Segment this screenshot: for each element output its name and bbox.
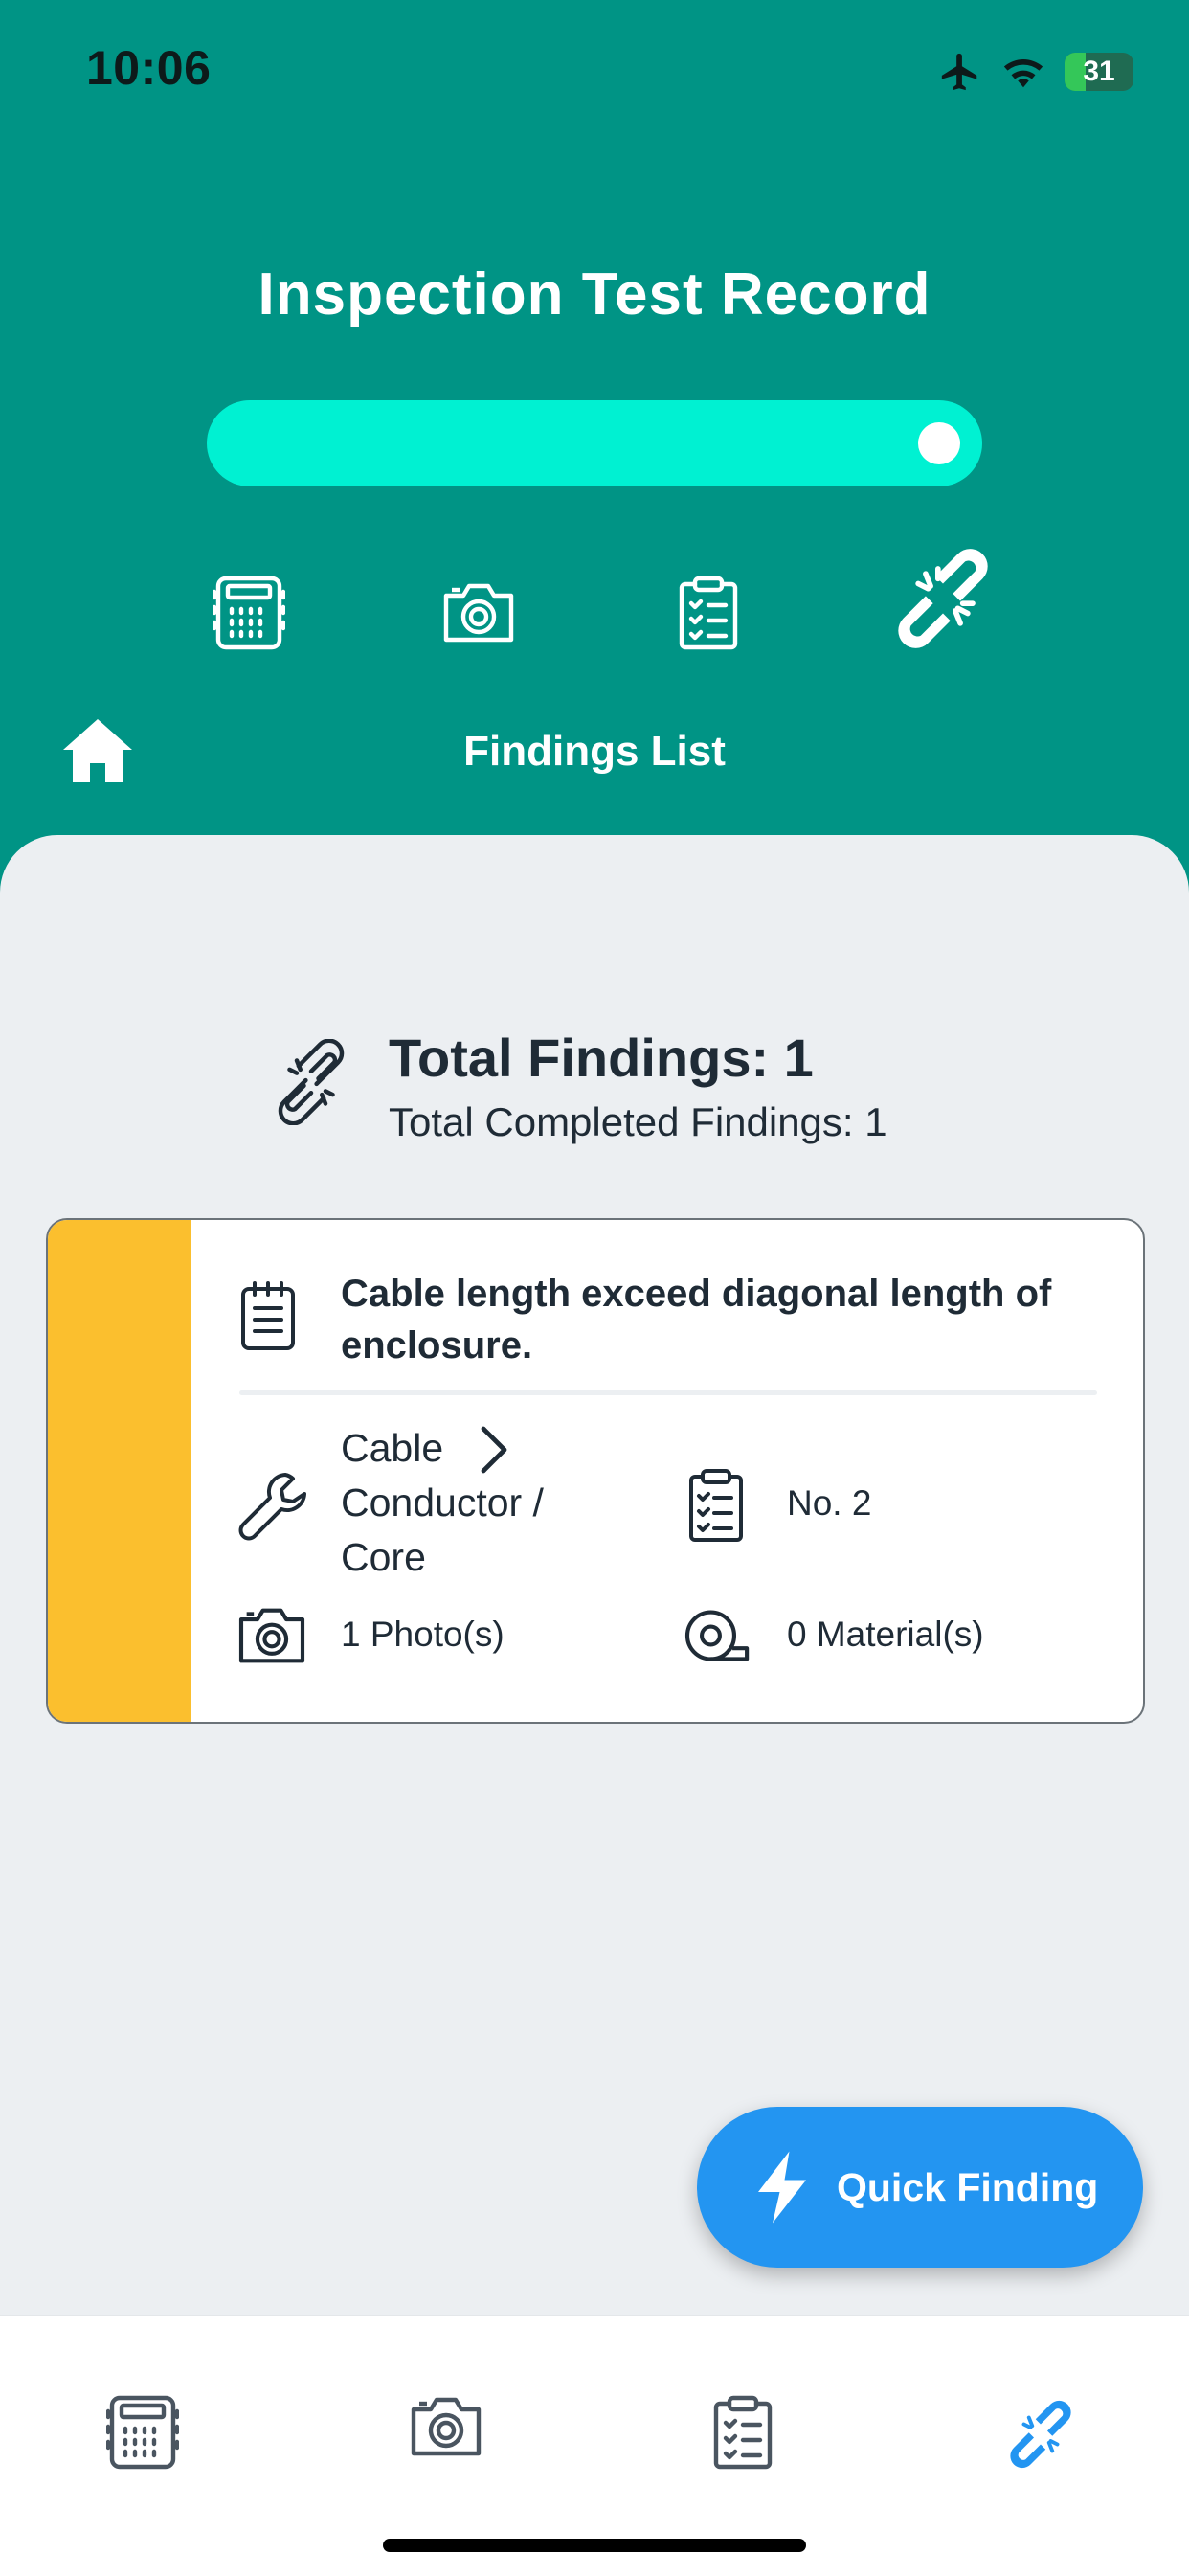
- material-count: 0 Material(s): [787, 1615, 984, 1654]
- lightning-icon: [758, 2151, 806, 2224]
- finding-card[interactable]: Cable length exceed diagonal length of e…: [46, 1218, 1145, 1724]
- tape-roll-icon: [682, 1605, 758, 1682]
- step-findings[interactable]: [881, 536, 1005, 661]
- battery-text: 31: [1083, 56, 1115, 87]
- component-line: Conductor /: [341, 1480, 544, 1525]
- broken-link-icon: [898, 549, 988, 648]
- finding-number: No. 2: [787, 1483, 872, 1523]
- photo-count: 1 Photo(s): [341, 1615, 505, 1654]
- tab-findings[interactable]: [1000, 2394, 1087, 2480]
- camera-icon: [411, 2397, 482, 2456]
- status-time: 10:06: [86, 41, 212, 95]
- section-title: Findings List: [463, 728, 726, 775]
- total-findings: Total Findings: 1: [389, 1028, 814, 1088]
- page-title: Inspection Test Record: [258, 261, 931, 328]
- tab-checklist[interactable]: [710, 2394, 796, 2480]
- clipboard-checklist-icon: [713, 2395, 773, 2470]
- home-indicator: [383, 2539, 806, 2552]
- status-icons: 31: [938, 50, 1133, 94]
- component-line: Core: [341, 1535, 426, 1579]
- step-calculator[interactable]: [191, 555, 306, 670]
- clipboard-checklist-icon: [685, 1467, 762, 1544]
- progress-knob: [918, 422, 960, 464]
- broken-link-icon: [1010, 2400, 1071, 2469]
- clipboard-checklist-icon: [679, 576, 738, 650]
- camera-icon: [236, 1605, 312, 1682]
- calculator-icon: [105, 2395, 180, 2470]
- progress-bar: [207, 400, 982, 486]
- finding-description: Cable length exceed diagonal length of e…: [341, 1273, 1052, 1367]
- total-completed-findings: Total Completed Findings: 1: [389, 1099, 887, 1144]
- finding-status-stripe: [48, 1220, 191, 1722]
- quick-finding-button[interactable]: Quick Finding: [697, 2107, 1143, 2268]
- calculator-icon: [213, 576, 285, 650]
- findings-summary-icon: [268, 1038, 354, 1126]
- quick-finding-label: Quick Finding: [837, 2164, 1099, 2209]
- chevron-right-icon[interactable]: [474, 1423, 512, 1477]
- tab-camera[interactable]: [408, 2394, 494, 2480]
- finding-component: Cable Conductor / Core: [341, 1421, 590, 1585]
- wrench-icon: [236, 1467, 312, 1544]
- camera-icon: [443, 583, 514, 643]
- airplane-icon: [941, 53, 977, 91]
- broken-link-icon: [278, 1038, 345, 1126]
- notepad-icon: [239, 1279, 316, 1356]
- step-checklist[interactable]: [651, 555, 766, 670]
- component-line: Cable: [341, 1426, 444, 1470]
- card-divider: [239, 1390, 1097, 1395]
- tab-calculator[interactable]: [105, 2394, 192, 2480]
- battery-indicator: 31: [1065, 53, 1133, 91]
- step-camera[interactable]: [421, 555, 536, 670]
- wifi-icon: [1003, 59, 1043, 88]
